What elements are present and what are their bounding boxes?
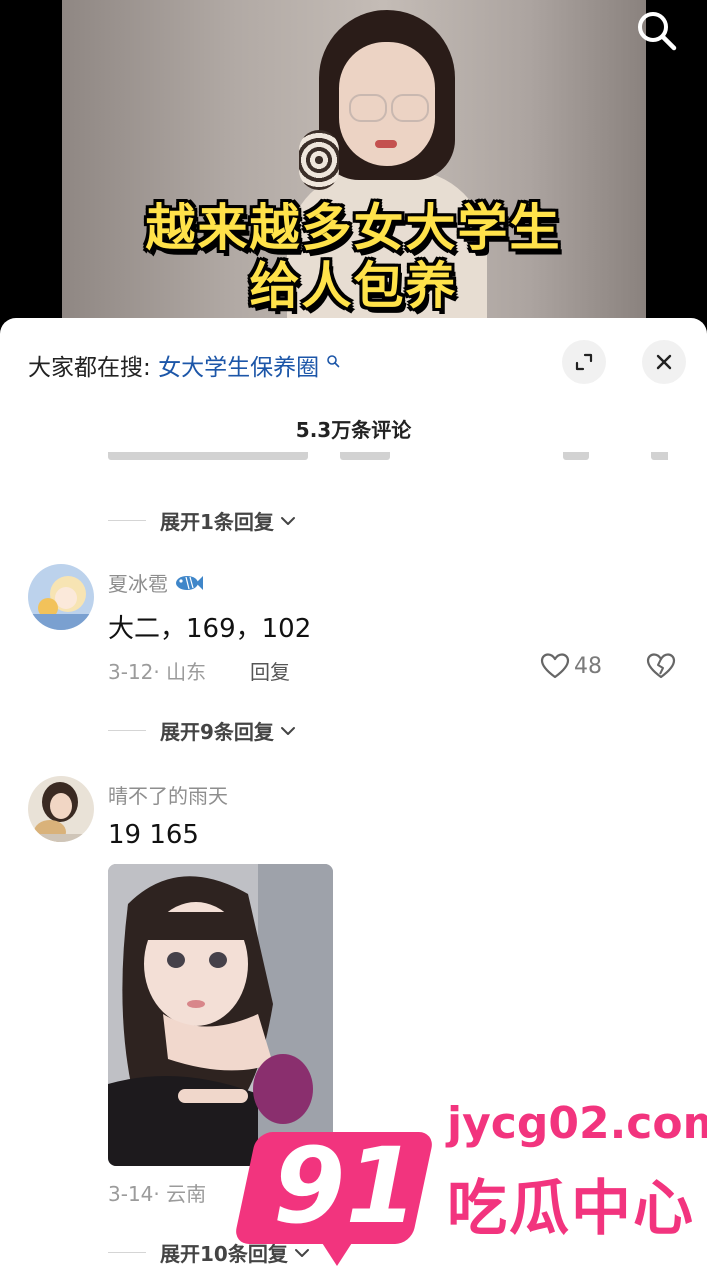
divider-line [108,1252,146,1253]
hot-search-label: 大家都在搜: [28,355,151,381]
expand-replies-label: 展开1条回复 [160,510,274,534]
comment-meta: 3-12· 山东 [108,660,207,684]
dislike-icon[interactable] [646,652,676,684]
comment-username[interactable]: 夏冰雹 [108,568,204,597]
watermark-url: jycg02.com [447,1098,707,1149]
close-icon[interactable] [642,340,686,384]
like-count: 48 [574,653,602,679]
fish-icon [176,575,203,590]
reply-button[interactable]: 回复 [250,656,290,685]
expand-icon[interactable] [562,340,606,384]
comment-text: 19 165 [108,820,199,850]
chevron-down-icon [280,726,295,735]
video-caption-line2: 给人包养 [249,257,458,315]
hot-search-keyword[interactable]: 女大学生保养圈 [158,355,319,381]
clipped-comment-row [108,452,668,470]
expand-replies-button[interactable]: 展开1条回复 [108,506,298,535]
comment-count: 5.3万条评论 [295,418,412,442]
chevron-down-icon [280,516,295,525]
search-icon[interactable] [632,6,680,54]
like-button[interactable]: 48 [540,652,602,680]
avatar[interactable] [28,564,94,630]
divider-line [108,520,146,521]
expand-replies-button[interactable]: 展开9条回复 [108,716,298,745]
expand-replies-label: 展开9条回复 [160,720,274,744]
avatar[interactable] [28,776,94,842]
heart-icon [540,653,570,679]
comment-text: 大二，169，102 [108,614,312,644]
watermark-name: 吃瓜中心 [447,1174,695,1244]
keyword-search-icon [326,348,340,374]
watermark-number: 91 [273,1125,418,1247]
hot-search[interactable]: 大家都在搜: 女大学生保养圈 [28,348,340,382]
comment-meta: 3-14· 云南 [108,1182,207,1206]
video-player[interactable]: 越来越多女大学生 给人包养 [0,0,707,330]
site-watermark: 91 jycg02.com 吃瓜中心 [233,1092,707,1280]
comment-username[interactable]: 晴不了的雨天 [108,780,228,809]
divider-line [108,730,146,731]
